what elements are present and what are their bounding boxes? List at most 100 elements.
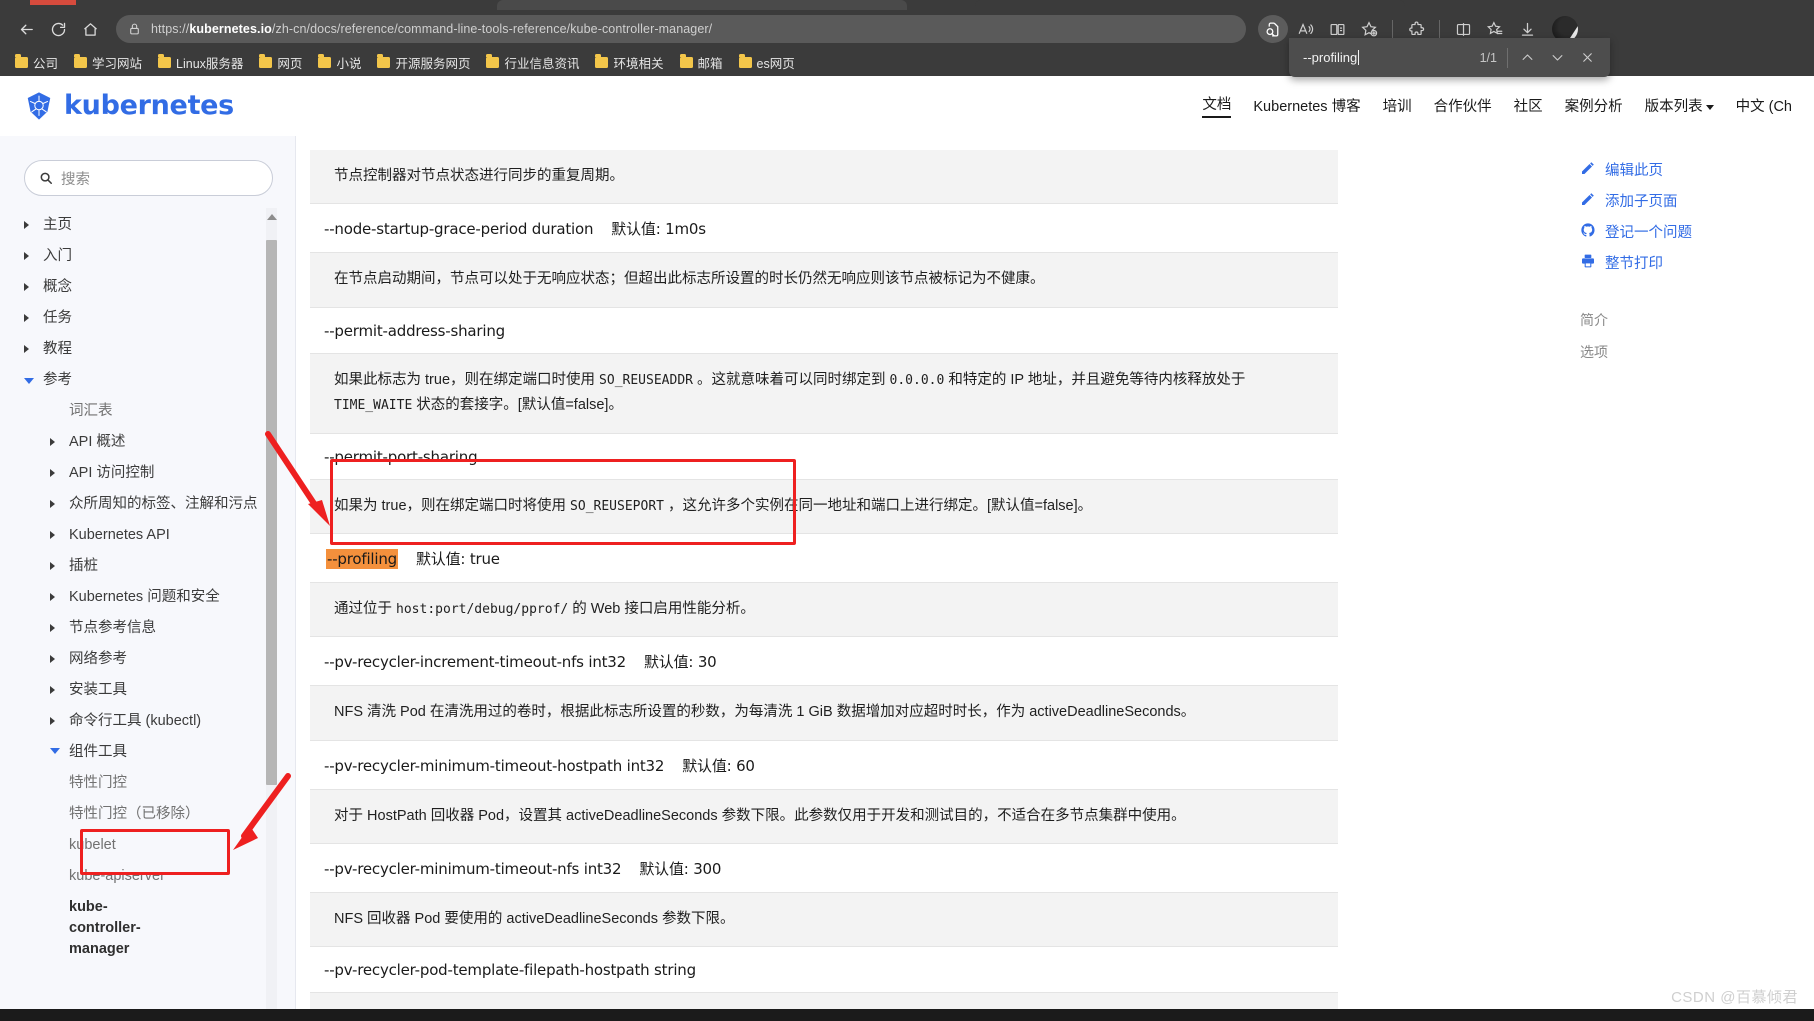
nav-item-blog[interactable]: Kubernetes 博客 bbox=[1253, 95, 1360, 116]
toc-item-options[interactable]: 选项 bbox=[1580, 336, 1804, 368]
watermark: CSDN @百慕倾君 bbox=[1671, 989, 1798, 1006]
close-icon[interactable] bbox=[1572, 44, 1602, 72]
chevron-right-icon bbox=[24, 283, 34, 292]
sidebar-item-kubelet[interactable]: kubelet bbox=[24, 830, 281, 861]
docs-sidebar: 搜索 主页 入门 概念 任务 教程 参考 词汇表 API 概述 API 访问控制… bbox=[0, 136, 296, 1021]
find-previous-icon[interactable] bbox=[1512, 44, 1542, 72]
sidebar-item-setup-tools[interactable]: 安装工具 bbox=[24, 675, 281, 706]
bookmark-item[interactable]: 公司 bbox=[8, 51, 65, 74]
sidebar-nav: 主页 入门 概念 任务 教程 参考 词汇表 API 概述 API 访问控制 众所… bbox=[0, 210, 295, 965]
sidebar-item-kubernetes-api[interactable]: Kubernetes API bbox=[24, 520, 281, 551]
home-button[interactable] bbox=[74, 14, 106, 44]
edit-page-link[interactable]: 编辑此页 bbox=[1580, 154, 1804, 185]
print-section-link[interactable]: 整节打印 bbox=[1580, 247, 1804, 278]
bookmark-item[interactable]: 开源服务网页 bbox=[370, 51, 477, 74]
nav-item-community[interactable]: 社区 bbox=[1514, 95, 1543, 116]
bookmark-item[interactable]: 网页 bbox=[252, 51, 309, 74]
sidebar-item-getting-started[interactable]: 入门 bbox=[24, 241, 281, 272]
browser-tab-active[interactable] bbox=[497, 0, 907, 10]
bookmark-item[interactable]: 环境相关 bbox=[588, 51, 670, 74]
find-match-highlight: --profiling bbox=[326, 548, 398, 569]
folder-icon bbox=[486, 54, 500, 68]
flag-default-label: 默认值: bbox=[644, 653, 694, 672]
taskbar-strip bbox=[0, 1009, 1814, 1021]
page-rail: 编辑此页 添加子页面 登记一个问题 整节打印 简介 选项 bbox=[1568, 136, 1814, 1021]
sidebar-item-instrumentation[interactable]: 插桩 bbox=[24, 551, 281, 582]
bookmark-item[interactable]: 行业信息资讯 bbox=[479, 51, 586, 74]
nav-item-versions[interactable]: 版本列表 bbox=[1645, 95, 1714, 116]
rail-link-label: 编辑此页 bbox=[1605, 163, 1663, 179]
sidebar-item-label: API 概述 bbox=[69, 434, 126, 451]
sidebar-item-component-tools[interactable]: 组件工具 bbox=[24, 737, 281, 768]
find-next-icon[interactable] bbox=[1542, 44, 1572, 72]
sidebar-item-label: 插桩 bbox=[69, 558, 98, 575]
chevron-right-icon bbox=[50, 624, 60, 633]
sidebar-item-kubectl[interactable]: 命令行工具 (kubectl) bbox=[24, 706, 281, 737]
sidebar-item-kube-controller-manager[interactable]: kube-controller-manager bbox=[24, 892, 174, 965]
sidebar-item-tutorials[interactable]: 教程 bbox=[24, 334, 281, 365]
sidebar-item-glossary[interactable]: 词汇表 bbox=[24, 396, 281, 427]
find-on-page-icon[interactable] bbox=[1258, 15, 1288, 43]
sidebar-item-labels-annotations-taints[interactable]: 众所周知的标签、注解和污点 bbox=[24, 489, 281, 520]
sidebar-item-networking-reference[interactable]: 网络参考 bbox=[24, 644, 281, 675]
sidebar-item-label: API 访问控制 bbox=[69, 465, 155, 482]
sidebar-item-label: Kubernetes API bbox=[69, 527, 170, 544]
find-match-count: 1/1 bbox=[1479, 50, 1497, 65]
flag-default-label: 默认值: bbox=[682, 756, 732, 775]
bookmark-item[interactable]: 邮箱 bbox=[673, 51, 730, 74]
scrollbar-thumb[interactable] bbox=[266, 240, 277, 785]
address-bar[interactable]: https://kubernetes.io/zh-cn/docs/referen… bbox=[116, 15, 1246, 43]
nav-item-language[interactable]: 中文 (Ch bbox=[1736, 95, 1792, 116]
flag-name: --pv-recycler-pod-template-filepath-host… bbox=[324, 961, 696, 980]
flag-default-label: 默认值: bbox=[639, 860, 689, 878]
find-input[interactable]: --profiling bbox=[1303, 50, 1474, 65]
sidebar-item-label: 特性门控 bbox=[69, 775, 127, 792]
bookmark-item[interactable]: Linux服务器 bbox=[151, 51, 250, 74]
desc-text: 通过位于 bbox=[334, 600, 397, 617]
sidebar-item-home[interactable]: 主页 bbox=[24, 210, 281, 241]
bookmark-label: 公司 bbox=[33, 56, 59, 71]
toc-item-intro[interactable]: 简介 bbox=[1580, 304, 1804, 336]
nav-item-partners[interactable]: 合作伙伴 bbox=[1434, 95, 1492, 116]
site-logo[interactable]: kubernetes bbox=[24, 90, 234, 121]
sidebar-item-api-access-control[interactable]: API 访问控制 bbox=[24, 458, 281, 489]
file-issue-link[interactable]: 登记一个问题 bbox=[1580, 216, 1804, 247]
desc-text: 在节点启动期间，节点可以处于无响应状态；但超出此标志所设置的时长仍然无响应则该节… bbox=[334, 271, 1045, 288]
tab-strip[interactable] bbox=[0, 0, 1814, 10]
back-button[interactable] bbox=[10, 14, 42, 44]
desc-text: 如果此标志为 true，则在绑定端口时使用 bbox=[334, 371, 600, 388]
flag-name-row: --pv-recycler-minimum-timeout-hostpath i… bbox=[310, 741, 1338, 789]
flag-default-value: 1m0s bbox=[665, 220, 706, 239]
sidebar-scrollbar[interactable] bbox=[266, 208, 277, 1021]
sidebar-item-label: 组件工具 bbox=[69, 744, 127, 761]
folder-icon bbox=[158, 54, 172, 68]
sidebar-item-tasks[interactable]: 任务 bbox=[24, 303, 281, 334]
toolbar-divider-2 bbox=[1439, 20, 1440, 38]
sidebar-item-reference[interactable]: 参考 bbox=[24, 365, 281, 396]
sidebar-item-label: kubelet bbox=[69, 837, 116, 854]
nav-item-case-studies[interactable]: 案例分析 bbox=[1565, 95, 1623, 116]
nav-item-training[interactable]: 培训 bbox=[1383, 95, 1412, 116]
browser-tab-other[interactable] bbox=[975, 0, 1405, 10]
sidebar-item-issues-security[interactable]: Kubernetes 问题和安全 bbox=[24, 582, 281, 613]
find-bar: --profiling 1/1 bbox=[1289, 38, 1610, 77]
add-subpage-link[interactable]: 添加子页面 bbox=[1580, 185, 1804, 216]
bookmark-item[interactable]: 学习网站 bbox=[67, 51, 149, 74]
flag-description: NFS 清洗 Pod 在清洗用过的卷时，根据此标志所设置的秒数，为每清洗 1 G… bbox=[310, 685, 1338, 741]
bookmark-item[interactable]: 小说 bbox=[311, 51, 368, 74]
search-input[interactable]: 搜索 bbox=[24, 160, 273, 196]
sidebar-item-label: 安装工具 bbox=[69, 682, 127, 699]
sidebar-item-feature-gates[interactable]: 特性门控 bbox=[24, 768, 281, 799]
flag-description: 节点控制器对节点状态进行同步的重复周期。 bbox=[310, 150, 1338, 205]
sidebar-item-node-reference[interactable]: 节点参考信息 bbox=[24, 613, 281, 644]
bookmark-item[interactable]: es网页 bbox=[732, 51, 802, 74]
reload-button[interactable] bbox=[42, 14, 74, 44]
sidebar-item-api-overview[interactable]: API 概述 bbox=[24, 427, 281, 458]
bookmark-label: 学习网站 bbox=[92, 56, 143, 71]
sidebar-item-concepts[interactable]: 概念 bbox=[24, 272, 281, 303]
sidebar-item-kube-apiserver[interactable]: kube-apiserver bbox=[24, 861, 281, 892]
nav-item-docs[interactable]: 文档 bbox=[1202, 93, 1232, 118]
scroll-up-icon[interactable] bbox=[267, 214, 277, 220]
sidebar-item-feature-gates-removed[interactable]: 特性门控（已移除） bbox=[24, 799, 281, 830]
kubernetes-logo-icon bbox=[27, 91, 51, 120]
